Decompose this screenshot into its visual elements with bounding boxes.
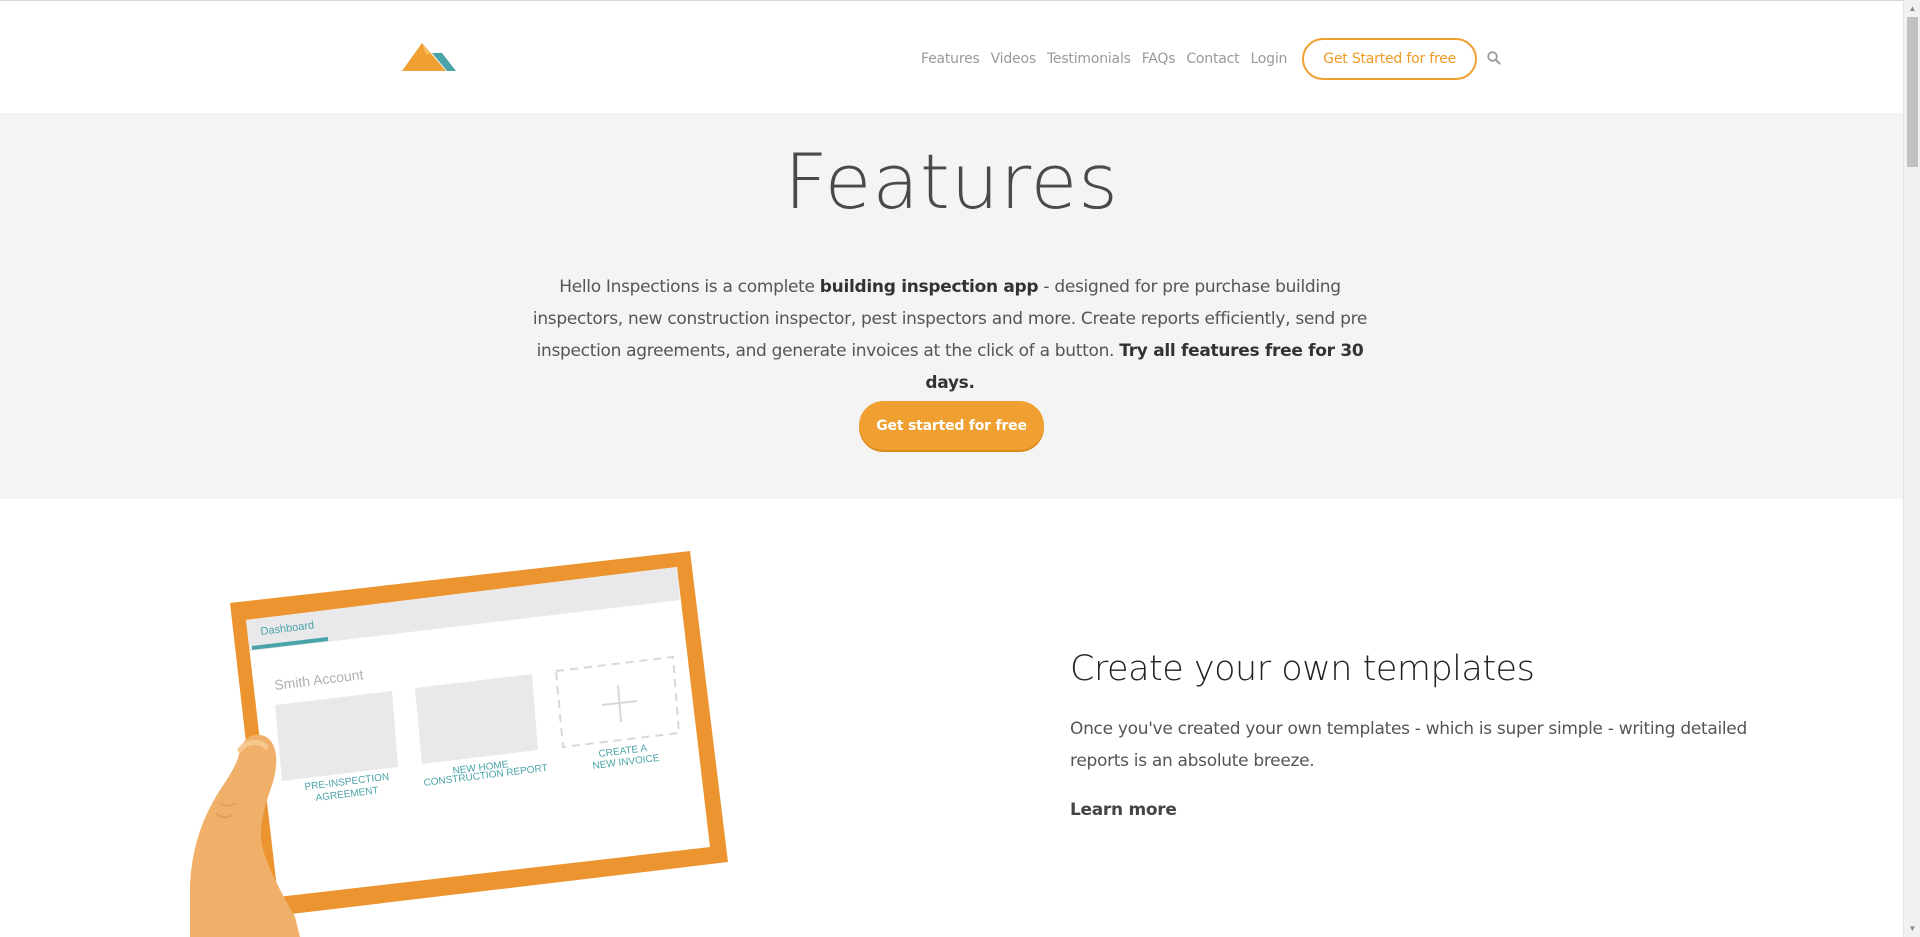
nav-link-faqs[interactable]: FAQs: [1142, 51, 1176, 67]
page-title: Features: [784, 137, 1119, 226]
get-started-header-button[interactable]: Get Started for free: [1302, 38, 1478, 80]
nav-link-testimonials[interactable]: Testimonials: [1047, 51, 1131, 67]
card-pre-inspection: [275, 691, 398, 781]
tablet-illustration: Dashboard Smith Account PRE-INSPECTION A…: [190, 551, 728, 937]
nav-link-features[interactable]: Features: [921, 51, 980, 67]
site-header: Features Videos Testimonials FAQs Contac…: [0, 0, 1903, 113]
nav-link-contact[interactable]: Contact: [1186, 51, 1239, 67]
feature-title: Create your own templates: [1070, 649, 1535, 689]
hero-section: Features Hello Inspections is a complete…: [0, 113, 1903, 499]
mountain-logo-icon[interactable]: [402, 41, 456, 75]
card-new-home: [415, 674, 538, 764]
main-nav: Features Videos Testimonials FAQs Contac…: [921, 38, 1478, 80]
intro-text-1: Hello Inspections is a complete: [559, 277, 820, 297]
scroll-down-arrow-icon[interactable]: ▼: [1904, 920, 1920, 937]
page: Features Videos Testimonials FAQs Contac…: [0, 0, 1903, 937]
get-started-hero-button[interactable]: Get started for free: [859, 401, 1044, 450]
intro-bold-1: building inspection app: [819, 277, 1039, 297]
hero-intro: Hello Inspections is a complete building…: [530, 271, 1370, 399]
learn-more-link[interactable]: Learn more: [1070, 800, 1177, 820]
scrollbar-thumb[interactable]: [1907, 17, 1918, 167]
nav-link-login[interactable]: Login: [1250, 51, 1287, 67]
nav-link-videos[interactable]: Videos: [991, 51, 1037, 67]
scroll-up-arrow-icon[interactable]: ▲: [1904, 0, 1920, 17]
feature-description: Once you've created your own templates -…: [1070, 719, 1747, 771]
search-icon[interactable]: [1486, 50, 1502, 66]
vertical-scrollbar[interactable]: ▲ ▼: [1903, 0, 1920, 937]
